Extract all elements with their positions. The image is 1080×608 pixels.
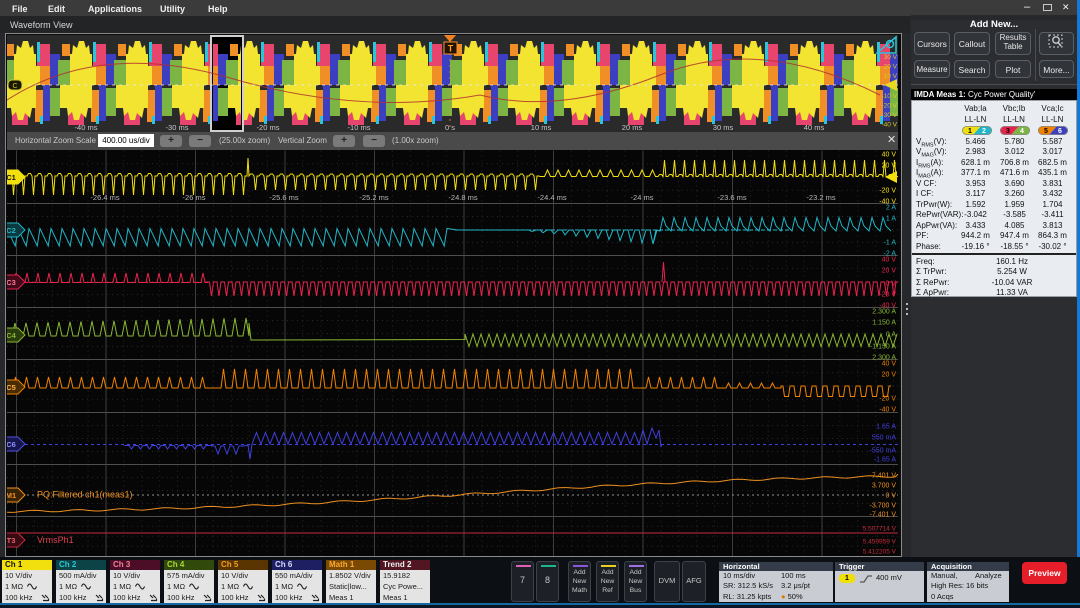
svg-text:40 V: 40 V — [882, 257, 897, 264]
svg-text:-26.4 ms: -26.4 ms — [90, 193, 119, 202]
svg-text:5.507714 V: 5.507714 V — [863, 526, 897, 533]
svg-text:10 ms: 10 ms — [531, 123, 552, 132]
svg-text:-30 ms: -30 ms — [166, 123, 189, 132]
svg-text:3: 3 — [1006, 128, 1010, 135]
svg-text:-23.2 ms: -23.2 ms — [806, 193, 835, 202]
svg-text:T: T — [448, 44, 454, 54]
svg-text:-1.150 A: -1.150 A — [870, 344, 896, 351]
svg-text:-1 A: -1 A — [884, 240, 897, 247]
svg-text:VrmsPh1: VrmsPh1 — [37, 535, 74, 545]
svg-text:M1: M1 — [7, 491, 16, 500]
svg-text:20 V: 20 V — [884, 64, 898, 71]
svg-text:-30 V: -30 V — [881, 112, 897, 119]
svg-text:30 V: 30 V — [884, 54, 898, 61]
svg-text:2 A: 2 A — [886, 205, 896, 212]
svg-text:40 V: 40 V — [882, 152, 897, 159]
svg-text:20 V: 20 V — [882, 372, 897, 379]
svg-text:2: 2 — [982, 128, 986, 135]
svg-text:-10 ms: -10 ms — [348, 123, 371, 132]
svg-text:10 V: 10 V — [884, 73, 898, 80]
svg-text:-24 ms: -24 ms — [631, 193, 654, 202]
svg-text:1.65 A: 1.65 A — [876, 424, 896, 431]
svg-text:-25.2 ms: -25.2 ms — [359, 193, 388, 202]
svg-text:T3: T3 — [7, 536, 15, 545]
svg-text:-20 ms: -20 ms — [257, 123, 280, 132]
svg-text:-23.6 ms: -23.6 ms — [717, 193, 746, 202]
svg-text:PQ:Filtered ch1(meas1): PQ:Filtered ch1(meas1) — [37, 490, 133, 500]
svg-text:3.700 V: 3.700 V — [872, 483, 896, 490]
svg-text:-7.401 V: -7.401 V — [870, 512, 897, 519]
svg-text:-10 V: -10 V — [881, 93, 897, 100]
svg-text:C5: C5 — [7, 383, 16, 392]
svg-text:1 A: 1 A — [886, 216, 896, 223]
svg-text:-20 V: -20 V — [879, 396, 896, 403]
svg-text:7.401 V: 7.401 V — [872, 473, 896, 480]
svg-text:20 V: 20 V — [882, 163, 897, 170]
svg-text:-24.8 ms: -24.8 ms — [448, 193, 477, 202]
svg-text:-26 ms: -26 ms — [183, 193, 206, 202]
svg-text:0 V: 0 V — [885, 493, 896, 500]
svg-text:1.150 A: 1.150 A — [872, 320, 896, 327]
svg-text:6: 6 — [1058, 128, 1062, 135]
svg-text:-40 V: -40 V — [879, 407, 896, 414]
svg-text:30 ms: 30 ms — [713, 123, 734, 132]
svg-text:2.300 A: 2.300 A — [872, 309, 896, 316]
svg-text:20 ms: 20 ms — [622, 123, 643, 132]
svg-text:C2: C2 — [7, 226, 16, 235]
svg-text:0 A: 0 A — [886, 332, 896, 339]
svg-text:0 s: 0 s — [445, 123, 455, 132]
svg-text:1: 1 — [968, 128, 972, 135]
svg-text:-1.65 A: -1.65 A — [874, 457, 897, 464]
svg-text:-24.4 ms: -24.4 ms — [537, 193, 566, 202]
svg-text:C: C — [12, 83, 17, 90]
svg-text:-40 V: -40 V — [881, 122, 897, 129]
svg-text:5: 5 — [1044, 128, 1048, 135]
svg-text:-40 ms: -40 ms — [75, 123, 98, 132]
svg-text:-3.700 V: -3.700 V — [870, 503, 897, 510]
svg-text:5.412205 V: 5.412205 V — [863, 549, 897, 556]
svg-text:C4: C4 — [7, 331, 17, 340]
svg-text:40 V: 40 V — [882, 361, 897, 368]
svg-text:4: 4 — [1020, 128, 1024, 135]
svg-text:0 V: 0 V — [885, 281, 896, 288]
svg-text:20 V: 20 V — [882, 268, 897, 275]
svg-text:550 mA: 550 mA — [872, 435, 896, 442]
svg-text:-20 V: -20 V — [879, 188, 896, 195]
svg-text:-20 V: -20 V — [881, 103, 897, 110]
svg-text:C6: C6 — [7, 440, 16, 449]
svg-text:40 ms: 40 ms — [804, 123, 825, 132]
svg-text:C3: C3 — [7, 278, 16, 287]
svg-text:-550 mA: -550 mA — [870, 448, 897, 455]
svg-text:C1: C1 — [7, 173, 16, 182]
svg-text:5.459959 V: 5.459959 V — [863, 539, 897, 546]
svg-text:-25.6 ms: -25.6 ms — [269, 193, 298, 202]
svg-text:-20 V: -20 V — [879, 292, 896, 299]
